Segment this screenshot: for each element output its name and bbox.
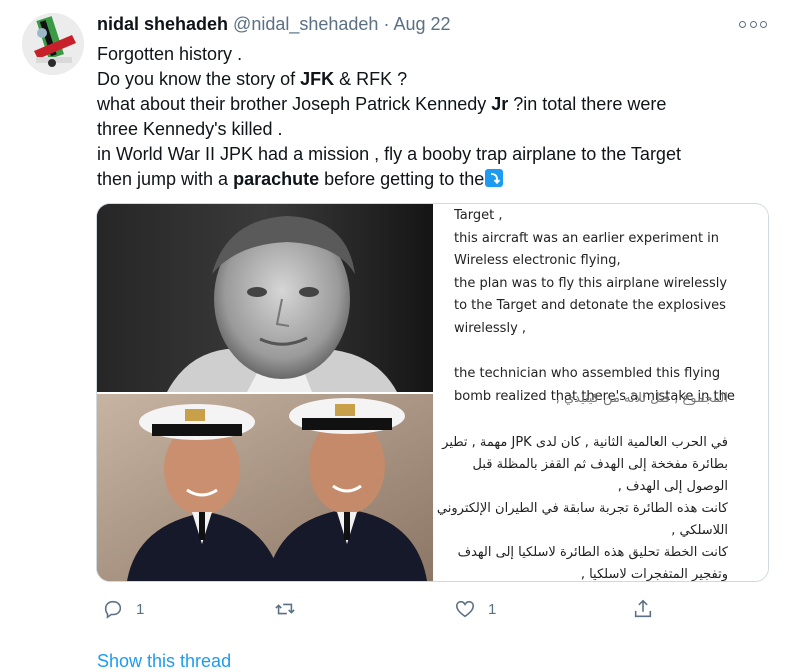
avatar-image [22, 13, 84, 75]
avatar[interactable] [22, 13, 84, 75]
english-text-line [454, 341, 754, 364]
retweet-button[interactable] [274, 597, 308, 621]
tweet-line: Do you know the story of JFK & RFK ? [97, 69, 408, 89]
tweet-header: nidal shehadeh @nidal_shehadeh · Aug 22 [97, 14, 451, 35]
english-text-block: Target , this aircraft was an earlier exp… [454, 205, 754, 408]
tweet-actions: 1 1 [96, 597, 696, 621]
english-text-line: the plan was to fly this airplane wirele… [454, 275, 728, 291]
officers-photo[interactable] [97, 394, 433, 581]
reply-icon [104, 600, 122, 619]
english-text-line: the technician who assembled this flying [454, 366, 721, 382]
share-icon [634, 599, 652, 618]
arabic-text-line: اللاسلكي , [671, 523, 728, 538]
continue-arrow-icon [485, 169, 504, 187]
show-thread-link[interactable]: Show this thread [97, 651, 231, 672]
like-count: 1 [488, 600, 497, 618]
arabic-text-line: كانت الخطة تحليق هذه الطائرة لاسلكيا إلى… [457, 545, 728, 560]
arabic-text-line: بطائرة مفخخة إلى الهدف ثم القفز بالمظلة … [472, 457, 728, 472]
arabic-text-line: كانت هذه الطائرة تجربة سابقة في الطيران … [436, 501, 728, 516]
english-text-line: Wireless electronic flying, [454, 253, 621, 269]
tweet-line: in World War II JPK had a mission , fly … [97, 144, 681, 164]
tweet-line: then jump with a parachute before gettin… [97, 167, 777, 192]
english-text-line: wirelessly , [454, 320, 527, 336]
tweet-line: Forgotten history . [97, 44, 243, 64]
retweet-icon [275, 603, 295, 615]
arabic-text-line: المجموع , قتل ثلاثه من كينيدي , [555, 391, 728, 406]
arabic-text-block: المجموع , قتل ثلاثه من كينيدي , في الحرب… [436, 388, 728, 582]
arabic-text-line: الوصول إلى الهدف , [617, 479, 728, 494]
tweet[interactable]: nidal shehadeh @nidal_shehadeh · Aug 22 … [0, 0, 800, 671]
display-name[interactable]: nidal shehadeh [97, 14, 228, 34]
reply-count: 1 [136, 600, 145, 618]
tweet-line: what about their brother Joseph Patrick … [97, 94, 667, 114]
tweet-text: Forgotten history . Do you know the stor… [97, 42, 777, 192]
separator-dot: · [383, 14, 390, 34]
english-text-line: this aircraft was an earlier experiment … [454, 230, 720, 246]
share-button[interactable] [632, 597, 654, 621]
tweet-date[interactable]: Aug 22 [393, 14, 450, 34]
arabic-text-line: في الحرب العالمية الثانية , كان لدى JPK … [442, 435, 728, 450]
reply-button[interactable]: 1 [102, 597, 144, 621]
english-text-line: Target , [454, 208, 503, 223]
tweet-line: three Kennedy's killed . [97, 119, 283, 139]
user-handle[interactable]: @nidal_shehadeh [233, 14, 378, 34]
english-text-line: to the Target and detonate the explosive… [454, 298, 726, 314]
like-button[interactable]: 1 [454, 597, 496, 621]
arabic-text-line [438, 410, 728, 432]
media-attachment[interactable]: Target , this aircraft was an earlier exp… [96, 203, 769, 582]
heart-icon [455, 600, 475, 618]
more-options-icon[interactable] [739, 16, 767, 32]
arabic-text-line: وتفجير المتفجرات لاسلكيا , [580, 567, 728, 582]
text-screenshot: Target , this aircraft was an earlier exp… [437, 204, 768, 581]
portrait-photo[interactable] [97, 204, 433, 392]
